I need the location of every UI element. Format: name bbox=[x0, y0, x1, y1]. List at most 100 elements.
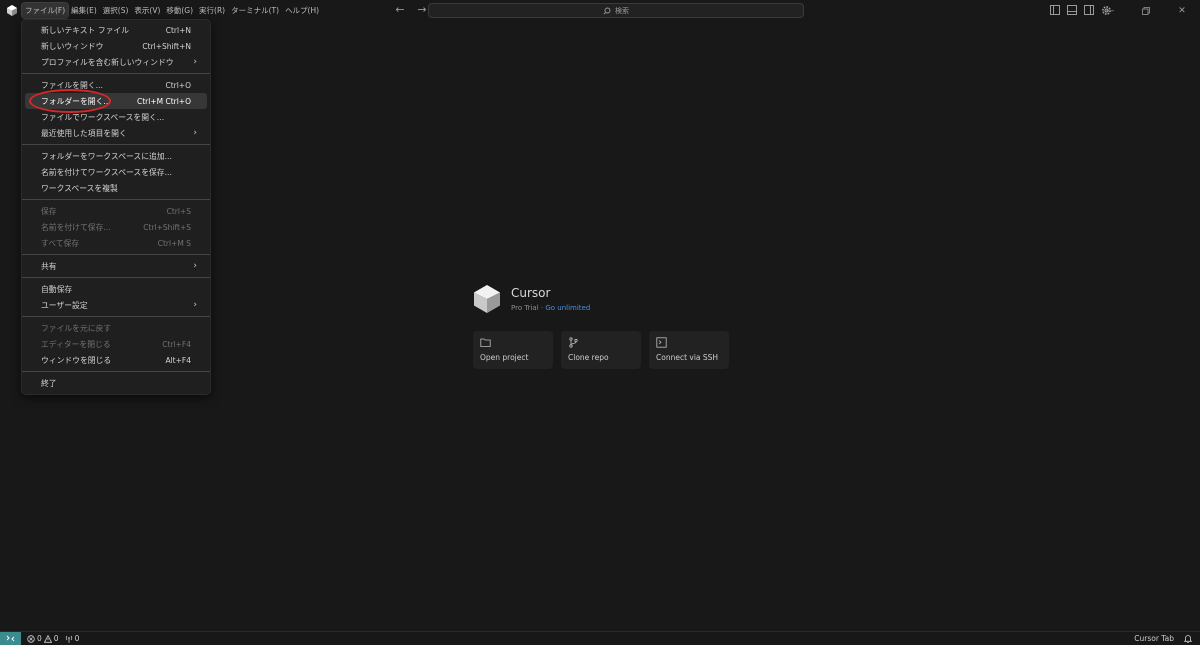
cursor-brand-logo-icon bbox=[474, 285, 500, 313]
remote-icon bbox=[6, 635, 15, 642]
menu-separator bbox=[22, 73, 210, 74]
file-menu-item: すべて保存 Ctrl+M S bbox=[25, 235, 207, 251]
menu-item-label: ファイルを元に戻す bbox=[41, 323, 112, 333]
menu-item-label: ウィンドウを閉じる bbox=[41, 355, 112, 365]
file-menu-item[interactable]: ユーザー設定 › bbox=[25, 297, 207, 313]
status-bar: 0 0 0 Cursor Tab bbox=[0, 631, 1200, 645]
menu-item-shortcut: Ctrl+Shift+S bbox=[143, 222, 191, 232]
connect-ssh-label: Connect via SSH bbox=[656, 353, 719, 362]
menu-item-label: 共有 bbox=[41, 261, 57, 271]
menu-bar: ファイル(F) 編集(E) 選択(S) 表示(V) 移動(G) 実行(R) ターミナル(T)… bbox=[20, 0, 322, 21]
file-menu-item: 保存 Ctrl+S bbox=[25, 203, 207, 219]
plan-info: Pro Trial · Go unlimited bbox=[511, 304, 590, 312]
open-project-label: Open project bbox=[480, 353, 529, 362]
toggle-primary-sidebar-icon[interactable] bbox=[1049, 3, 1061, 17]
back-arrow-icon[interactable]: ← bbox=[393, 3, 407, 17]
welcome-panel: Cursor Pro Trial · Go unlimited Open pro… bbox=[473, 284, 729, 369]
menu-item-shortcut: Ctrl+M Ctrl+O bbox=[136, 96, 191, 106]
menubar-item-6[interactable]: ターミナル(T) bbox=[228, 3, 282, 18]
menubar-item-0[interactable]: ファイル(F) bbox=[20, 2, 70, 19]
plan-separator: · bbox=[540, 304, 544, 312]
navigation-arrows: ← → bbox=[393, 3, 429, 17]
file-menu-item[interactable]: ファイルを開く... Ctrl+O bbox=[25, 77, 207, 93]
file-menu-item[interactable]: 共有 › bbox=[25, 258, 207, 274]
menubar-item-7[interactable]: ヘルプ(H) bbox=[282, 3, 322, 18]
chevron-right-icon: › bbox=[193, 128, 197, 138]
menu-separator bbox=[22, 316, 210, 317]
menu-item-label: ワークスペースを複製 bbox=[41, 183, 118, 193]
menubar-item-5[interactable]: 実行(R) bbox=[196, 3, 228, 18]
restore-icon[interactable] bbox=[1128, 0, 1164, 21]
file-menu-item[interactable]: 自動保存 bbox=[25, 281, 207, 297]
file-menu-item[interactable]: プロファイルを含む新しいウィンドウ › bbox=[25, 54, 207, 70]
search-placeholder: 検索 bbox=[615, 6, 629, 15]
menu-item-label: すべて保存 bbox=[41, 238, 80, 248]
file-menu-item[interactable]: ワークスペースを複製 bbox=[25, 180, 207, 196]
search-icon bbox=[603, 7, 611, 15]
ports-indicator[interactable]: 0 bbox=[65, 634, 80, 643]
terminal-icon bbox=[656, 337, 667, 348]
file-menu-item[interactable]: 終了 bbox=[25, 375, 207, 391]
cursor-logo-icon[interactable] bbox=[4, 3, 20, 19]
file-menu-item[interactable]: ファイルでワークスペースを開く... bbox=[25, 109, 207, 125]
file-menu-item[interactable]: 新しいウィンドウ Ctrl+Shift+N bbox=[25, 38, 207, 54]
menu-item-label: 最近使用した項目を開く bbox=[41, 128, 127, 138]
forward-arrow-icon[interactable]: → bbox=[415, 3, 429, 17]
cursor-tab-status[interactable]: Cursor Tab bbox=[1134, 634, 1174, 643]
menu-item-shortcut: Alt+F4 bbox=[165, 355, 191, 365]
window-controls: — ✕ bbox=[1092, 0, 1200, 21]
file-menu-item: エディターを閉じる Ctrl+F4 bbox=[25, 336, 207, 352]
error-icon bbox=[27, 634, 35, 643]
menu-separator bbox=[22, 371, 210, 372]
file-menu-item[interactable]: フォルダーを開く... Ctrl+M Ctrl+O bbox=[25, 93, 207, 109]
problems-indicator[interactable]: 0 0 bbox=[27, 634, 59, 643]
connect-ssh-button[interactable]: Connect via SSH bbox=[649, 331, 729, 369]
clone-repo-button[interactable]: Clone repo bbox=[561, 331, 641, 369]
toggle-panel-icon[interactable] bbox=[1066, 3, 1078, 17]
chevron-right-icon: › bbox=[193, 261, 197, 271]
ports-count: 0 bbox=[74, 634, 80, 643]
file-menu-dropdown: 新しいテキスト ファイル Ctrl+N 新しいウィンドウ Ctrl+Shift+N プロ… bbox=[21, 19, 211, 395]
git-branch-icon bbox=[569, 337, 578, 348]
menu-item-label: 名前を付けてワークスペースを保存... bbox=[41, 167, 173, 177]
minimize-icon[interactable]: — bbox=[1092, 0, 1128, 21]
menu-separator bbox=[22, 144, 210, 145]
menu-item-label: 保存 bbox=[41, 206, 57, 216]
bell-icon[interactable] bbox=[1184, 634, 1192, 643]
brand-header: Cursor Pro Trial · Go unlimited bbox=[473, 284, 590, 314]
title-bar: ファイル(F) 編集(E) 選択(S) 表示(V) 移動(G) 実行(R) ターミナル(T)… bbox=[0, 0, 1200, 21]
go-unlimited-link[interactable]: Go unlimited bbox=[545, 304, 590, 312]
status-bar-right: Cursor Tab bbox=[1134, 632, 1192, 645]
product-name: Cursor bbox=[511, 286, 551, 300]
chevron-right-icon: › bbox=[193, 57, 197, 67]
warning-count: 0 bbox=[53, 634, 59, 643]
menu-item-shortcut: Ctrl+S bbox=[166, 206, 191, 216]
menubar-item-4[interactable]: 移動(G) bbox=[163, 3, 196, 18]
open-project-button[interactable]: Open project bbox=[473, 331, 553, 369]
menu-item-label: エディターを閉じる bbox=[41, 339, 111, 349]
file-menu-item[interactable]: 最近使用した項目を開く › bbox=[25, 125, 207, 141]
menubar-item-2[interactable]: 選択(S) bbox=[100, 3, 132, 18]
menu-item-shortcut: Ctrl+O bbox=[165, 80, 191, 90]
menu-separator bbox=[22, 199, 210, 200]
menubar-item-3[interactable]: 表示(V) bbox=[131, 3, 163, 18]
menu-item-label: ユーザー設定 bbox=[41, 300, 88, 310]
menu-item-label: フォルダーを開く... bbox=[41, 96, 111, 106]
menubar-item-1[interactable]: 編集(E) bbox=[68, 3, 100, 18]
remote-connection-button[interactable] bbox=[0, 632, 21, 645]
menu-separator bbox=[22, 254, 210, 255]
menu-item-label: フォルダーをワークスペースに追加... bbox=[41, 151, 173, 161]
menu-item-label: 自動保存 bbox=[41, 284, 73, 294]
error-count: 0 bbox=[37, 634, 42, 643]
menu-item-label: 終了 bbox=[41, 378, 57, 388]
quick-actions: Open project Clone repo Connect via SSH bbox=[473, 331, 729, 369]
file-menu-item[interactable]: 新しいテキスト ファイル Ctrl+N bbox=[25, 22, 207, 38]
file-menu-item[interactable]: ウィンドウを閉じる Alt+F4 bbox=[25, 352, 207, 368]
menu-item-shortcut: Ctrl+Shift+N bbox=[142, 41, 191, 51]
plan-label: Pro Trial bbox=[511, 304, 539, 312]
close-icon[interactable]: ✕ bbox=[1164, 0, 1200, 21]
folder-icon bbox=[480, 338, 491, 347]
command-center-search[interactable]: 検索 bbox=[428, 3, 804, 18]
file-menu-item[interactable]: フォルダーをワークスペースに追加... bbox=[25, 148, 207, 164]
file-menu-item[interactable]: 名前を付けてワークスペースを保存... bbox=[25, 164, 207, 180]
